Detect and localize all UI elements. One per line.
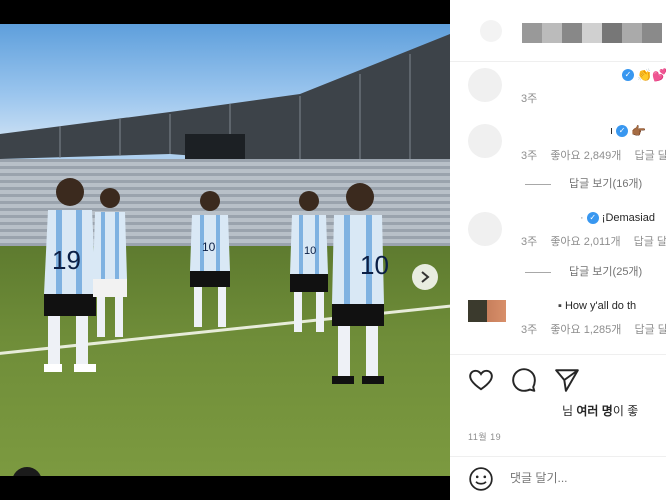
view-replies-button[interactable]: 답글 보기(25개) bbox=[525, 263, 642, 279]
smiley-icon[interactable] bbox=[468, 466, 494, 492]
comment-likes[interactable]: 좋아요 2,011개 bbox=[550, 236, 620, 248]
comment-likes[interactable]: 좋아요 1,285개 bbox=[550, 324, 621, 336]
post-actions bbox=[450, 354, 666, 400]
avatar[interactable] bbox=[468, 68, 502, 102]
comment-text: · ✓ ¡Demasiad bbox=[580, 212, 655, 225]
post-header bbox=[450, 0, 666, 62]
divider bbox=[525, 271, 551, 273]
comment-input[interactable] bbox=[510, 471, 660, 485]
comment-meta: 3주 좋아요 2,849개 답글 달기 bbox=[521, 147, 666, 163]
comment-text: ▪ How y'all do th bbox=[558, 300, 637, 312]
person-icon bbox=[20, 475, 34, 476]
comment-time: 3주 bbox=[521, 150, 538, 162]
reply-button[interactable]: 답글 달기 bbox=[634, 324, 666, 336]
jersey-number: 10 bbox=[202, 240, 216, 254]
chevron-right-icon bbox=[421, 271, 430, 283]
comment-text: ı ✓ 👉🏾 bbox=[610, 124, 647, 138]
post-date: 11월 19 bbox=[468, 432, 502, 442]
verified-icon: ✓ bbox=[586, 212, 599, 225]
post-sidebar: ✓ 👏💕 3주 ı ✓ 👉🏾 3주 좋아요 2,849개 답글 달기 답글 보기… bbox=[450, 0, 666, 500]
player-3: 10 bbox=[190, 191, 230, 327]
reply-button[interactable]: 답글 달기 bbox=[634, 236, 666, 248]
verified-icon: ✓ bbox=[622, 69, 634, 81]
comment-icon[interactable] bbox=[511, 367, 537, 393]
username-blurred[interactable] bbox=[522, 23, 662, 43]
avatar[interactable] bbox=[480, 20, 502, 42]
send-icon[interactable] bbox=[554, 367, 580, 393]
divider bbox=[525, 183, 551, 185]
like-count[interactable]: 님 여러 명이 좋 bbox=[562, 402, 638, 419]
comment-list[interactable]: ✓ 👏💕 3주 ı ✓ 👉🏾 3주 좋아요 2,849개 답글 달기 답글 보기… bbox=[450, 62, 666, 354]
comment-meta: 3주 좋아요 2,011개 답글 달기 bbox=[521, 233, 666, 249]
next-slide-button[interactable] bbox=[412, 264, 438, 290]
heart-icon[interactable] bbox=[468, 367, 494, 393]
view-replies-button[interactable]: 답글 보기(16개) bbox=[525, 175, 642, 191]
player-5: 10 bbox=[332, 183, 389, 384]
comment-emojis: 👏💕 bbox=[637, 68, 666, 82]
avatar[interactable] bbox=[468, 300, 506, 322]
add-comment-bar bbox=[450, 456, 666, 500]
verified-icon: ✓ bbox=[616, 125, 629, 137]
comment-text: ✓ 👏💕 bbox=[622, 68, 666, 82]
post-media: 19 10 10 10 bbox=[0, 0, 450, 500]
comment-likes[interactable]: 좋아요 2,849개 bbox=[550, 150, 621, 162]
jersey-number: 10 bbox=[360, 250, 389, 280]
comment-time: 3주 bbox=[521, 93, 538, 105]
avatar[interactable] bbox=[468, 212, 502, 246]
comment-time: 3주 bbox=[521, 236, 538, 248]
comment-meta: 3주 좋아요 1,285개 답글 달기 bbox=[521, 321, 666, 337]
player-2 bbox=[93, 188, 127, 337]
comment-emojis: 👉🏾 bbox=[631, 124, 647, 138]
avatar[interactable] bbox=[468, 124, 502, 158]
jersey-number: 10 bbox=[304, 245, 316, 257]
reply-button[interactable]: 답글 달기 bbox=[634, 150, 666, 162]
comment-time: 3주 bbox=[521, 324, 538, 336]
post-photo[interactable]: 19 10 10 10 bbox=[0, 24, 450, 476]
comment-meta: 3주 bbox=[521, 90, 547, 106]
jersey-number: 19 bbox=[52, 245, 81, 275]
